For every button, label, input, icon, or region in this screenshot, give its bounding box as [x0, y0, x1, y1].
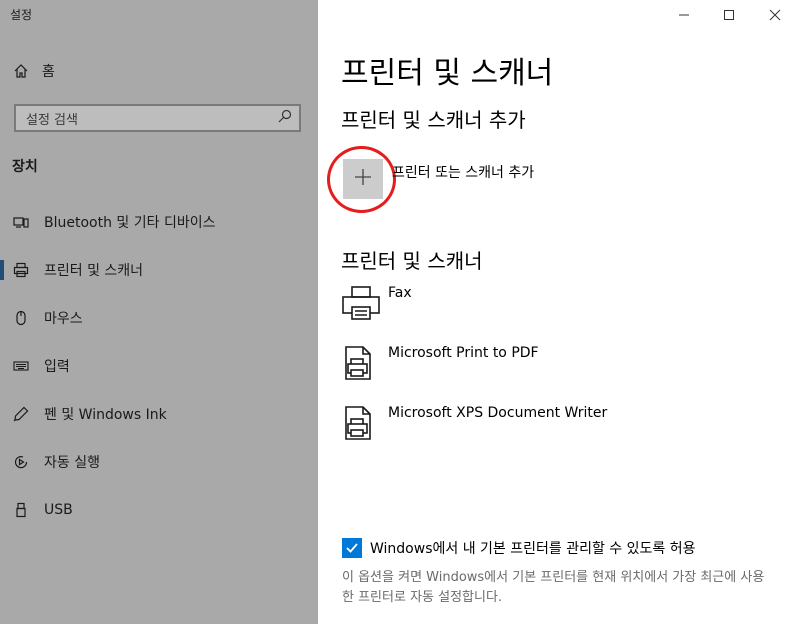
sidebar-item-pen[interactable]: 펜 및 Windows Ink — [0, 397, 318, 431]
annotation-circle — [327, 146, 396, 213]
printer-icon — [12, 261, 30, 279]
sidebar-item-label: 프린터 및 스캐너 — [44, 263, 144, 279]
sidebar-item-usb[interactable]: USB — [0, 493, 318, 527]
printer-item[interactable]: Fax — [341, 285, 781, 329]
sidebar-item-typing[interactable]: 입력 — [0, 349, 318, 383]
sidebar-item-bluetooth[interactable]: Bluetooth 및 기타 디바이스 — [0, 205, 318, 239]
document-printer-icon — [341, 345, 381, 385]
sidebar-item-label: 자동 실행 — [44, 455, 100, 471]
sidebar-item-label: USB — [44, 502, 73, 518]
maximize-button[interactable] — [706, 0, 752, 30]
sidebar-item-label: 펜 및 Windows Ink — [44, 407, 167, 423]
sidebar-item-label: Bluetooth 및 기타 디바이스 — [44, 215, 216, 231]
document-printer-icon — [341, 405, 381, 445]
sidebar-item-printers[interactable]: 프린터 및 스캐너 — [0, 253, 318, 287]
default-printer-option: Windows에서 내 기본 프린터를 관리할 수 있도록 허용 — [342, 538, 696, 558]
close-button[interactable] — [752, 0, 798, 30]
search-placeholder: 설정 검색 — [26, 112, 78, 128]
keyboard-icon — [12, 357, 30, 375]
window-title: 설정 — [10, 8, 33, 22]
autoplay-icon — [12, 453, 30, 471]
search-icon[interactable] — [277, 108, 293, 128]
printer-item[interactable]: Microsoft Print to PDF — [341, 345, 781, 389]
section-label: 장치 — [12, 159, 38, 175]
default-printer-checkbox[interactable] — [342, 538, 362, 558]
nav-home[interactable]: 홈 — [12, 60, 55, 82]
sidebar-item-label: 입력 — [44, 359, 70, 375]
printer-name: Microsoft XPS Document Writer — [388, 405, 608, 421]
mouse-icon — [12, 309, 30, 327]
usb-icon — [12, 501, 30, 519]
close-icon — [769, 6, 781, 25]
maximize-icon — [723, 6, 735, 25]
minimize-icon — [678, 6, 690, 25]
sidebar-item-mouse[interactable]: 마우스 — [0, 301, 318, 335]
nav-home-label: 홈 — [42, 64, 55, 80]
help-text: 이 옵션을 켜면 Windows에서 기본 프린터를 현재 위치에서 가장 최근… — [342, 570, 765, 605]
add-section-heading: 프린터 및 스캐너 추가 — [341, 108, 526, 132]
sidebar-item-label: 마우스 — [44, 311, 83, 327]
printer-name: Fax — [388, 285, 412, 301]
printer-icon — [341, 285, 381, 325]
minimize-button[interactable] — [661, 0, 707, 30]
add-printer-label[interactable]: 프린터 또는 스캐너 추가 — [392, 162, 534, 182]
home-icon — [12, 62, 30, 80]
pen-icon — [12, 405, 30, 423]
sidebar-item-autoplay[interactable]: 자동 실행 — [0, 445, 318, 479]
printer-name: Microsoft Print to PDF — [388, 345, 539, 361]
page-title: 프린터 및 스캐너 — [341, 56, 554, 91]
printers-list-heading: 프린터 및 스캐너 — [341, 249, 483, 273]
printer-item[interactable]: Microsoft XPS Document Writer — [341, 405, 781, 449]
sidebar: 설정 홈 설정 검색 장치 Bluetooth 및 기타 디바이스 프린터 및 … — [0, 0, 318, 624]
checkbox-label[interactable]: Windows에서 내 기본 프린터를 관리할 수 있도록 허용 — [370, 538, 696, 558]
bluetooth-icon — [12, 213, 30, 231]
search-input[interactable]: 설정 검색 — [14, 104, 301, 132]
